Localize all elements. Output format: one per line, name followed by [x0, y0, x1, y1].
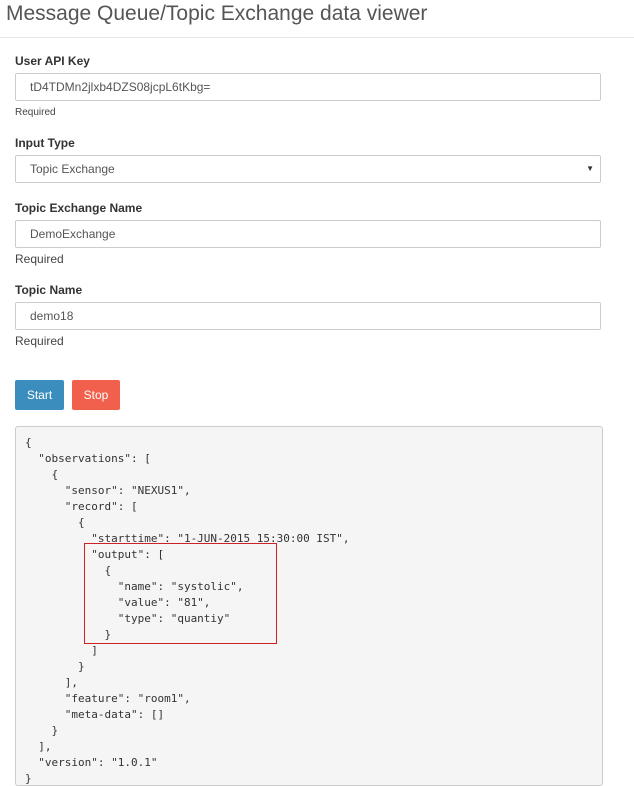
input-type-label: Input Type: [15, 136, 75, 150]
start-button[interactable]: Start: [15, 380, 64, 410]
input-type-selected: Topic Exchange: [30, 162, 115, 176]
topic-name-input[interactable]: demo18: [15, 302, 601, 330]
topic-name-label: Topic Name: [15, 283, 83, 297]
exchange-name-label: Topic Exchange Name: [15, 201, 143, 215]
json-output-text: { "observations": [ { "sensor": "NEXUS1"…: [25, 436, 350, 785]
json-output-panel[interactable]: { "observations": [ { "sensor": "NEXUS1"…: [15, 426, 603, 786]
exchange-name-help: Required: [15, 252, 64, 266]
api-key-input[interactable]: tD4TDMn2jlxb4DZS08jcpL6tKbg=: [15, 73, 601, 101]
topic-name-help: Required: [15, 334, 64, 348]
page-title: Message Queue/Topic Exchange data viewer: [6, 2, 428, 25]
stop-button[interactable]: Stop: [72, 380, 120, 410]
input-type-select[interactable]: Topic Exchange ▼: [15, 155, 601, 183]
exchange-name-input[interactable]: DemoExchange: [15, 220, 601, 248]
api-key-value: tD4TDMn2jlxb4DZS08jcpL6tKbg=: [30, 80, 211, 94]
api-key-help: Required: [15, 107, 56, 118]
topic-name-value: demo18: [30, 309, 74, 323]
caret-down-icon: ▼: [586, 164, 594, 173]
api-key-label: User API Key: [15, 54, 90, 68]
exchange-name-value: DemoExchange: [30, 227, 116, 241]
title-divider: [0, 37, 634, 38]
